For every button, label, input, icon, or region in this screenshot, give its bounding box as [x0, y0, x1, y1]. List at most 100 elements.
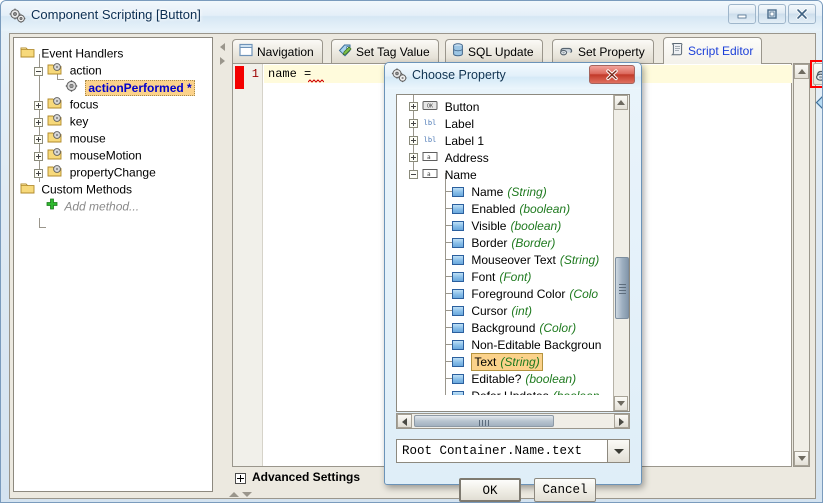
- property-leaf-editable[interactable]: Editable? (boolean): [445, 370, 576, 386]
- expand-plus-icon[interactable]: [409, 102, 418, 112]
- expand-plus-icon[interactable]: [235, 473, 246, 484]
- tab-set-property[interactable]: Set Property: [552, 39, 654, 64]
- panel-splitter[interactable]: [217, 37, 230, 492]
- ok-button[interactable]: OK: [459, 478, 521, 502]
- scroll-up-button[interactable]: [614, 95, 628, 110]
- cancel-button[interactable]: Cancel: [534, 478, 596, 502]
- property-leaf-background[interactable]: Background (Color): [445, 319, 577, 335]
- splitter-collapse-left-icon[interactable]: [220, 43, 225, 51]
- property-node-label[interactable]: lbl Label: [409, 115, 474, 131]
- expand-plus-icon[interactable]: [409, 136, 418, 146]
- expand-plus-icon[interactable]: [409, 119, 418, 129]
- expand-plus-icon[interactable]: [409, 153, 418, 163]
- property-leaf-text-selected[interactable]: Text (String): [445, 353, 543, 371]
- event-handler-tree[interactable]: Event Handlers action actionPerformed * …: [13, 37, 213, 492]
- property-tree-horizontal-scrollbar[interactable]: [396, 413, 630, 429]
- splitter-collapse-right-icon[interactable]: [220, 57, 225, 65]
- property-leaf-name[interactable]: Name (String): [445, 183, 547, 199]
- event-folder-icon: [47, 62, 63, 80]
- expand-plus-icon[interactable]: [34, 151, 43, 161]
- folder-icon: [20, 181, 35, 199]
- property-node-label-1[interactable]: lbl Label 1: [409, 132, 484, 148]
- arrow-down-icon[interactable]: [242, 492, 252, 497]
- tag-edit-icon: [338, 41, 352, 65]
- property-leaf-foreground-color[interactable]: Foreground Color (Colo: [445, 285, 598, 301]
- property-node-address[interactable]: a Address: [409, 149, 489, 165]
- arrow-up-icon[interactable]: [229, 492, 239, 497]
- tree-node-action[interactable]: action: [34, 62, 102, 79]
- property-icon: [452, 339, 464, 350]
- dialog-close-button[interactable]: [589, 65, 635, 84]
- property-tree[interactable]: OK Button lbl Label lbl Label 1 a Addres…: [397, 95, 614, 395]
- error-marker: [235, 66, 244, 89]
- tree-node-key[interactable]: key: [34, 113, 88, 130]
- tab-label: Script Editor: [688, 44, 754, 58]
- property-leaf-enabled[interactable]: Enabled (boolean): [445, 200, 570, 216]
- window-title: Component Scripting [Button]: [31, 7, 201, 22]
- scroll-up-button[interactable]: [794, 64, 809, 79]
- chevron-down-icon[interactable]: [607, 440, 629, 462]
- collapse-minus-icon[interactable]: [409, 170, 418, 180]
- property-icon: [452, 322, 464, 333]
- tag-button[interactable]: [814, 91, 822, 111]
- svg-text:a: a: [427, 154, 431, 161]
- property-icon: [452, 203, 464, 214]
- property-leaf-non-editable-background[interactable]: Non-Editable Backgroun: [445, 336, 602, 352]
- tab-script-editor[interactable]: Script Editor: [663, 37, 763, 64]
- code-text: name =: [268, 67, 312, 81]
- event-folder-icon: [47, 130, 63, 148]
- folder-icon: [20, 45, 35, 63]
- tree-node-label: Event Handlers: [41, 46, 124, 61]
- property-tree-frame[interactable]: OK Button lbl Label lbl Label 1 a Addres…: [396, 94, 630, 412]
- window-title-bar: Component Scripting [Button]: [1, 1, 822, 31]
- close-button[interactable]: [788, 4, 816, 24]
- property-node-button[interactable]: OK Button: [409, 98, 479, 114]
- property-leaf-mouseover-text[interactable]: Mouseover Text (String): [445, 251, 599, 267]
- scroll-left-button[interactable]: [397, 414, 412, 428]
- maximize-button[interactable]: [758, 4, 786, 24]
- scroll-down-button[interactable]: [614, 396, 628, 411]
- scroll-right-button[interactable]: [614, 414, 629, 428]
- tree-node-action-performed[interactable]: actionPerformed *: [64, 79, 195, 96]
- plus-green-icon: [46, 198, 58, 215]
- property-type: (Border): [511, 235, 556, 250]
- tab-sql-update[interactable]: SQL Update: [445, 39, 543, 64]
- event-folder-icon: [47, 164, 63, 182]
- tab-set-tag-value[interactable]: Set Tag Value: [331, 39, 439, 64]
- tree-node-event-handlers[interactable]: Event Handlers: [20, 45, 123, 62]
- property-icon: [452, 271, 464, 282]
- property-leaf-font[interactable]: Font (Font): [445, 268, 531, 284]
- scroll-thumb[interactable]: [615, 257, 629, 319]
- scroll-thumb[interactable]: [414, 415, 554, 427]
- minimize-button[interactable]: [728, 4, 756, 24]
- property-binding-button[interactable]: [813, 63, 822, 85]
- expand-plus-icon[interactable]: [34, 134, 43, 144]
- property-leaf-visible[interactable]: Visible (boolean): [445, 217, 561, 233]
- property-path-combobox[interactable]: Root Container.Name.text: [396, 439, 630, 463]
- expand-plus-icon[interactable]: [34, 100, 43, 110]
- property-leaf-defer-updates[interactable]: Defer Updates (boolean: [452, 387, 599, 395]
- tree-node-mouse[interactable]: mouse: [34, 130, 106, 147]
- property-label: Name: [444, 167, 477, 182]
- editor-gutter: 1: [233, 64, 263, 466]
- tree-node-property-change[interactable]: propertyChange: [34, 164, 156, 181]
- expand-plus-icon[interactable]: [34, 168, 43, 178]
- property-tree-vertical-scrollbar[interactable]: [613, 95, 629, 411]
- property-type: (Color): [539, 320, 577, 335]
- property-leaf-cursor[interactable]: Cursor (int): [445, 302, 532, 318]
- tab-navigation[interactable]: Navigation: [232, 39, 323, 64]
- editor-vertical-scrollbar[interactable]: [793, 63, 810, 467]
- tree-node-add-method[interactable]: Add method...: [46, 198, 139, 215]
- property-leaf-border[interactable]: Border (Border): [445, 234, 556, 250]
- property-label: Non-Editable Backgroun: [471, 337, 602, 352]
- error-squiggle-icon: [308, 79, 324, 83]
- tree-node-mouse-motion[interactable]: mouseMotion: [34, 147, 142, 164]
- expand-plus-icon[interactable]: [34, 117, 43, 127]
- scroll-down-button[interactable]: [794, 451, 809, 466]
- tree-node-label: mouse: [69, 131, 106, 146]
- editor-icon-toolbar: [810, 37, 822, 492]
- tree-node-focus[interactable]: focus: [34, 96, 98, 113]
- tree-node-custom-methods[interactable]: Custom Methods: [20, 181, 132, 198]
- collapse-minus-icon[interactable]: [34, 66, 43, 76]
- property-node-name[interactable]: a Name: [409, 166, 477, 182]
